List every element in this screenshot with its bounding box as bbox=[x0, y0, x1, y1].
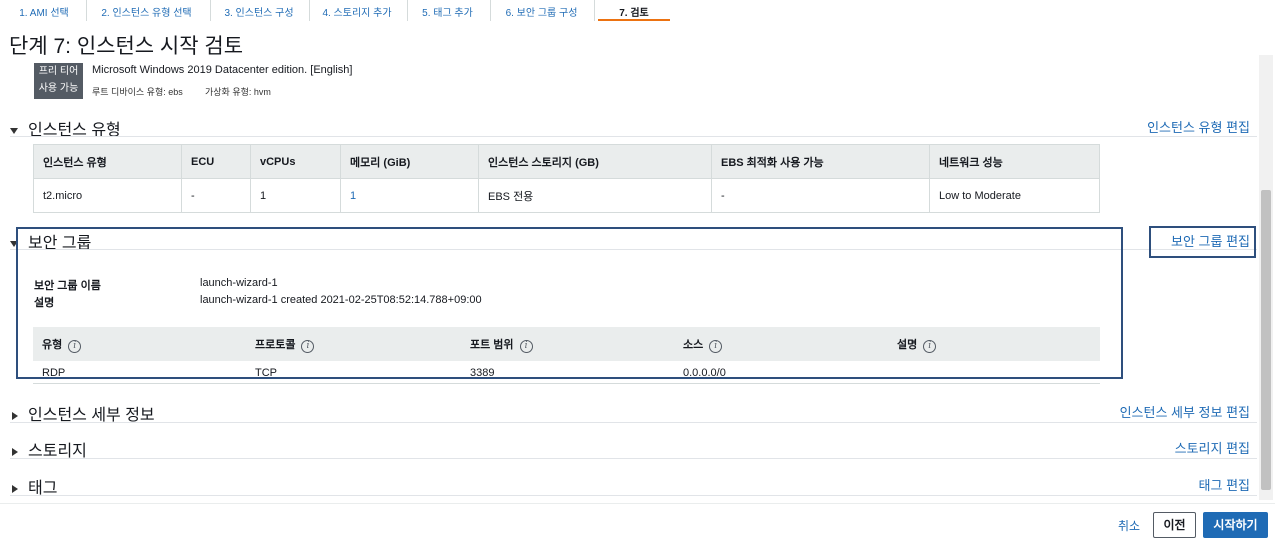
edit-security-group-highlight-box bbox=[1149, 226, 1256, 258]
caret-right-icon bbox=[12, 484, 18, 493]
section-instance-details-header[interactable]: 인스턴스 세부 정보 bbox=[10, 401, 155, 424]
section-divider bbox=[10, 422, 1257, 423]
footer-divider bbox=[0, 503, 1275, 504]
table-cell: 1 bbox=[250, 178, 341, 213]
table-cell: Low to Moderate bbox=[929, 178, 1100, 213]
instance-type-table: 인스턴스 유형 ECU vCPUs 메모리 (GiB) 인스턴스 스토리지 (G… bbox=[33, 144, 1100, 213]
section-tags-header[interactable]: 태그 bbox=[10, 474, 57, 497]
table-divider bbox=[33, 383, 1100, 384]
scrollbar-thumb[interactable] bbox=[1261, 190, 1271, 490]
wizard-step-4[interactable]: 4. 스토리지 추가 bbox=[312, 0, 402, 21]
table-cell: - bbox=[181, 178, 251, 213]
table-cell: EBS 전용 bbox=[478, 178, 712, 213]
caret-right-icon bbox=[12, 447, 18, 456]
free-tier-badge: 프리 티어 사용 가능 bbox=[34, 63, 83, 99]
step-divider bbox=[490, 0, 491, 21]
wizard-step-7[interactable]: 7. 검토 bbox=[598, 0, 670, 21]
launch-button[interactable]: 시작하기 bbox=[1203, 512, 1268, 538]
step-divider bbox=[594, 0, 595, 21]
previous-button[interactable]: 이전 bbox=[1153, 512, 1196, 538]
free-tier-badge-line2: 사용 가능 bbox=[38, 83, 79, 94]
column-header: 네트워크 성능 bbox=[929, 144, 1100, 179]
section-storage-header[interactable]: 스토리지 bbox=[10, 437, 87, 460]
section-divider bbox=[10, 495, 1257, 496]
step-divider bbox=[86, 0, 87, 21]
cancel-button[interactable]: 취소 bbox=[1118, 517, 1140, 534]
security-group-highlight-box bbox=[16, 227, 1123, 379]
section-divider bbox=[10, 136, 1257, 137]
free-tier-badge-line1: 프리 티어 bbox=[38, 66, 79, 77]
edit-instance-details-link[interactable]: 인스턴스 세부 정보 편집 bbox=[1120, 402, 1250, 421]
wizard-step-5[interactable]: 5. 태그 추가 bbox=[410, 0, 485, 21]
step-divider bbox=[210, 0, 211, 21]
edit-tags-link[interactable]: 태그 편집 bbox=[1199, 475, 1250, 494]
ami-root-device: 루트 디바이스 유형: ebs bbox=[92, 87, 183, 97]
column-header: ECU bbox=[181, 144, 251, 179]
section-instance-type-header[interactable]: 인스턴스 유형 bbox=[10, 116, 121, 139]
wizard-step-3[interactable]: 3. 인스턴스 구성 bbox=[214, 0, 304, 21]
table-cell: t2.micro bbox=[33, 178, 182, 213]
column-header: EBS 최적화 사용 가능 bbox=[711, 144, 930, 179]
wizard-step-2[interactable]: 2. 인스턴스 유형 선택 bbox=[90, 0, 203, 21]
wizard-step-6[interactable]: 6. 보안 그룹 구성 bbox=[494, 0, 589, 21]
edit-instance-type-link[interactable]: 인스턴스 유형 편집 bbox=[1147, 117, 1250, 136]
column-header: 인스턴스 스토리지 (GB) bbox=[478, 144, 712, 179]
step-divider bbox=[309, 0, 310, 21]
wizard-steps: 1. AMI 선택 2. 인스턴스 유형 선택 3. 인스턴스 구성 4. 스토… bbox=[0, 0, 1275, 22]
table-cell: 1 bbox=[340, 178, 479, 213]
table-header-row: 인스턴스 유형 ECU vCPUs 메모리 (GiB) 인스턴스 스토리지 (G… bbox=[33, 144, 1100, 179]
caret-right-icon bbox=[12, 411, 18, 420]
step-divider bbox=[407, 0, 408, 21]
table-cell: - bbox=[711, 178, 930, 213]
table-row: t2.micro - 1 1 EBS 전용 - Low to Moderate bbox=[33, 178, 1100, 213]
section-divider bbox=[10, 458, 1257, 459]
column-header: 메모리 (GiB) bbox=[340, 144, 479, 179]
ami-name: Microsoft Windows 2019 Datacenter editio… bbox=[92, 64, 353, 76]
caret-down-icon bbox=[10, 127, 18, 134]
page-title: 단계 7: 인스턴스 시작 검토 bbox=[9, 35, 244, 58]
wizard-step-1[interactable]: 1. AMI 선택 bbox=[9, 0, 79, 21]
column-header: 인스턴스 유형 bbox=[33, 144, 182, 179]
edit-storage-link[interactable]: 스토리지 편집 bbox=[1175, 438, 1250, 457]
ami-virtualization: 가상화 유형: hvm bbox=[205, 87, 271, 97]
column-header: vCPUs bbox=[250, 144, 341, 179]
